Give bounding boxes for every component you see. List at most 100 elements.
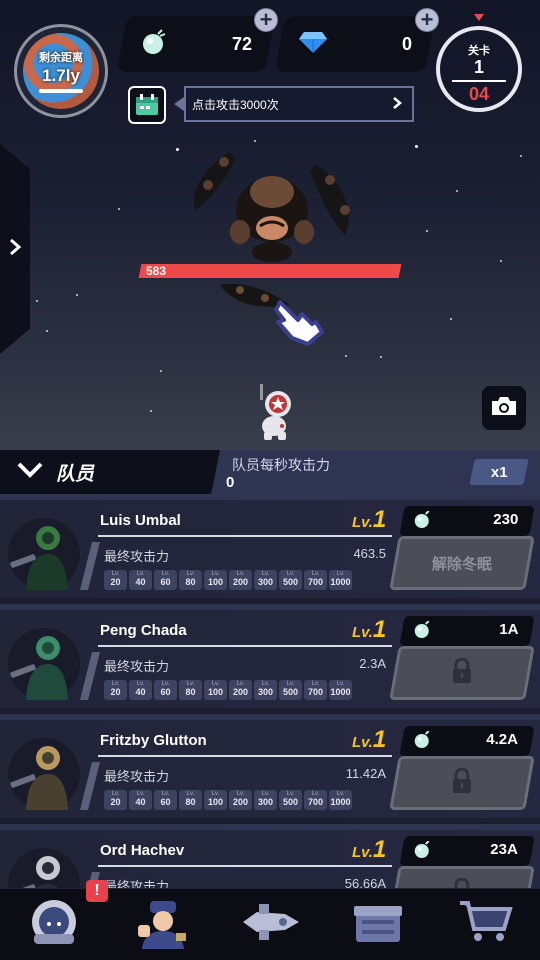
attack-value: 463.5 [353, 546, 386, 561]
crew-dps-label: 队员每秒攻击力 [232, 457, 330, 473]
crew-icon [132, 895, 192, 954]
milestone-level: 20 [110, 797, 121, 807]
calendar-icon[interactable] [128, 86, 166, 124]
multiplier-label: x1 [490, 463, 508, 481]
level-prefix: Lv. [352, 734, 373, 751]
chest-icon [352, 900, 404, 949]
diamond-icon [298, 30, 328, 59]
notification-badge: ! [86, 880, 108, 902]
level-number: 1 [372, 836, 387, 863]
crew-card[interactable]: Luis Umbal Lv.1 最终攻击力 463.5 Lv. 20 Lv. 40 Lv… [0, 494, 540, 598]
nav-crew[interactable] [130, 893, 194, 957]
energy-orb-icon [414, 510, 432, 534]
milestone-level: 40 [135, 797, 146, 807]
milestone-level: 1000 [330, 797, 351, 807]
level-number: 1 [372, 506, 387, 533]
add-gem-button[interactable]: + [415, 8, 439, 32]
level-number: 1 [372, 616, 387, 643]
attack-label: 最终攻击力 [104, 549, 170, 564]
stage-divider [452, 80, 506, 82]
crew-name: Peng Chada [100, 622, 187, 639]
crew-name: Ord Hachev [100, 842, 185, 859]
crew-card[interactable]: Fritzby Glutton Lv.1 最终攻击力 11.42A Lv. 20 L… [0, 714, 540, 818]
milestone-level: 60 [160, 687, 171, 697]
level-milestone: Lv. 1000 [329, 570, 352, 590]
purchase-multiplier-button[interactable]: x1 [469, 459, 529, 485]
stage-badge[interactable]: 关卡 1 04 [436, 26, 522, 112]
crew-name: Fritzby Glutton [100, 732, 207, 749]
star [150, 410, 152, 412]
quest-text: 点击攻击3000次 [192, 97, 279, 112]
star [176, 148, 179, 151]
level-milestone: Lv. 100 [204, 570, 227, 590]
milestone-level: 1000 [330, 577, 351, 587]
level-milestone: Lv. 300 [254, 680, 277, 700]
milestone-level: 40 [135, 687, 146, 697]
crew-level: Lv.1 [352, 616, 386, 644]
energy-orb-icon [414, 620, 432, 644]
level-milestone: Lv. 40 [129, 570, 152, 590]
nav-captain[interactable] [22, 893, 86, 957]
milestone-level: 100 [207, 797, 224, 807]
nav-shop[interactable] [454, 893, 518, 957]
energy-amount: 72 [231, 33, 252, 54]
level-milestone: Lv. 20 [104, 680, 127, 700]
stage-marker-icon [474, 14, 484, 21]
name-underline [98, 755, 392, 757]
level-prefix: Lv. [352, 514, 373, 531]
camera-icon [490, 395, 518, 422]
side-drawer-toggle[interactable] [0, 144, 30, 354]
crew-list[interactable]: Luis Umbal Lv.1 最终攻击力 463.5 Lv. 20 Lv. 40 Lv… [0, 494, 540, 894]
upgrade-cost: 4.2A [486, 731, 519, 748]
level-milestone: Lv. 40 [129, 790, 152, 810]
energy-orb-icon [414, 840, 432, 864]
crew-card[interactable]: Ord Hachev Lv.1 最终攻击力 56.66A Lv.20Lv.40L… [0, 824, 540, 894]
level-milestone: Lv. 80 [179, 680, 202, 700]
level-milestone: Lv. 200 [229, 680, 252, 700]
milestone-level: 200 [232, 687, 249, 697]
level-milestone: Lv. 700 [304, 570, 327, 590]
quest-pointer [174, 97, 184, 111]
milestone-level: 60 [160, 797, 171, 807]
crew-card[interactable]: Peng Chada Lv.1 最终攻击力 2.3A Lv. 20 Lv. 40 Lv.… [0, 604, 540, 708]
captain-icon [28, 896, 80, 953]
upgrade-cost: 230 [493, 511, 519, 528]
crew-collapse-tab[interactable]: 队员 [0, 450, 220, 494]
milestone-level: 100 [207, 577, 224, 587]
milestone-level: 300 [257, 687, 274, 697]
milestone-level: 500 [282, 577, 299, 587]
quest-bar[interactable]: 点击攻击3000次 [184, 86, 414, 122]
upgrade-panel: 23A [389, 836, 535, 894]
upgrade-cost-panel: 23A [399, 836, 535, 866]
level-milestone: Lv. 80 [179, 570, 202, 590]
gem-amount: 0 [401, 33, 412, 54]
level-milestones: Lv. 20 Lv. 40 Lv. 60 Lv. 80 Lv. 100 Lv. 200 Lv. 300 Lv… [104, 790, 352, 810]
distance-progress-bar [39, 89, 83, 93]
milestone-level: 700 [307, 687, 324, 697]
star [450, 318, 452, 320]
locked-upgrade-button[interactable] [389, 756, 535, 810]
nav-chest[interactable] [346, 893, 410, 957]
milestone-level: 500 [282, 687, 299, 697]
nav-ship[interactable] [238, 893, 302, 957]
crew-portrait [4, 734, 84, 814]
level-milestone: Lv. 20 [104, 570, 127, 590]
lock-icon [451, 767, 473, 799]
upgrade-cost: 1A [499, 621, 519, 638]
attack-label: 最终攻击力 [104, 769, 170, 784]
locked-upgrade-button[interactable] [389, 646, 535, 700]
milestone-level: 700 [307, 577, 324, 587]
milestone-level: 100 [207, 687, 224, 697]
attack-value: 2.3A [359, 656, 386, 671]
distance-label: 剩余距离 [39, 52, 83, 64]
crew-portrait [4, 844, 84, 894]
bottom-nav [0, 888, 540, 960]
upgrade-cost-panel: 4.2A [399, 726, 535, 756]
camera-button[interactable] [482, 386, 526, 430]
level-milestone: Lv. 1000 [329, 790, 352, 810]
level-milestone: Lv. 20 [104, 790, 127, 810]
add-energy-button[interactable]: + [254, 8, 278, 32]
level-milestones: Lv. 20 Lv. 40 Lv. 60 Lv. 80 Lv. 100 Lv. 200 Lv. 300 Lv… [104, 680, 352, 700]
unfreeze-button[interactable]: 解除冬眠 [389, 536, 535, 590]
milestone-level: 1000 [330, 687, 351, 697]
